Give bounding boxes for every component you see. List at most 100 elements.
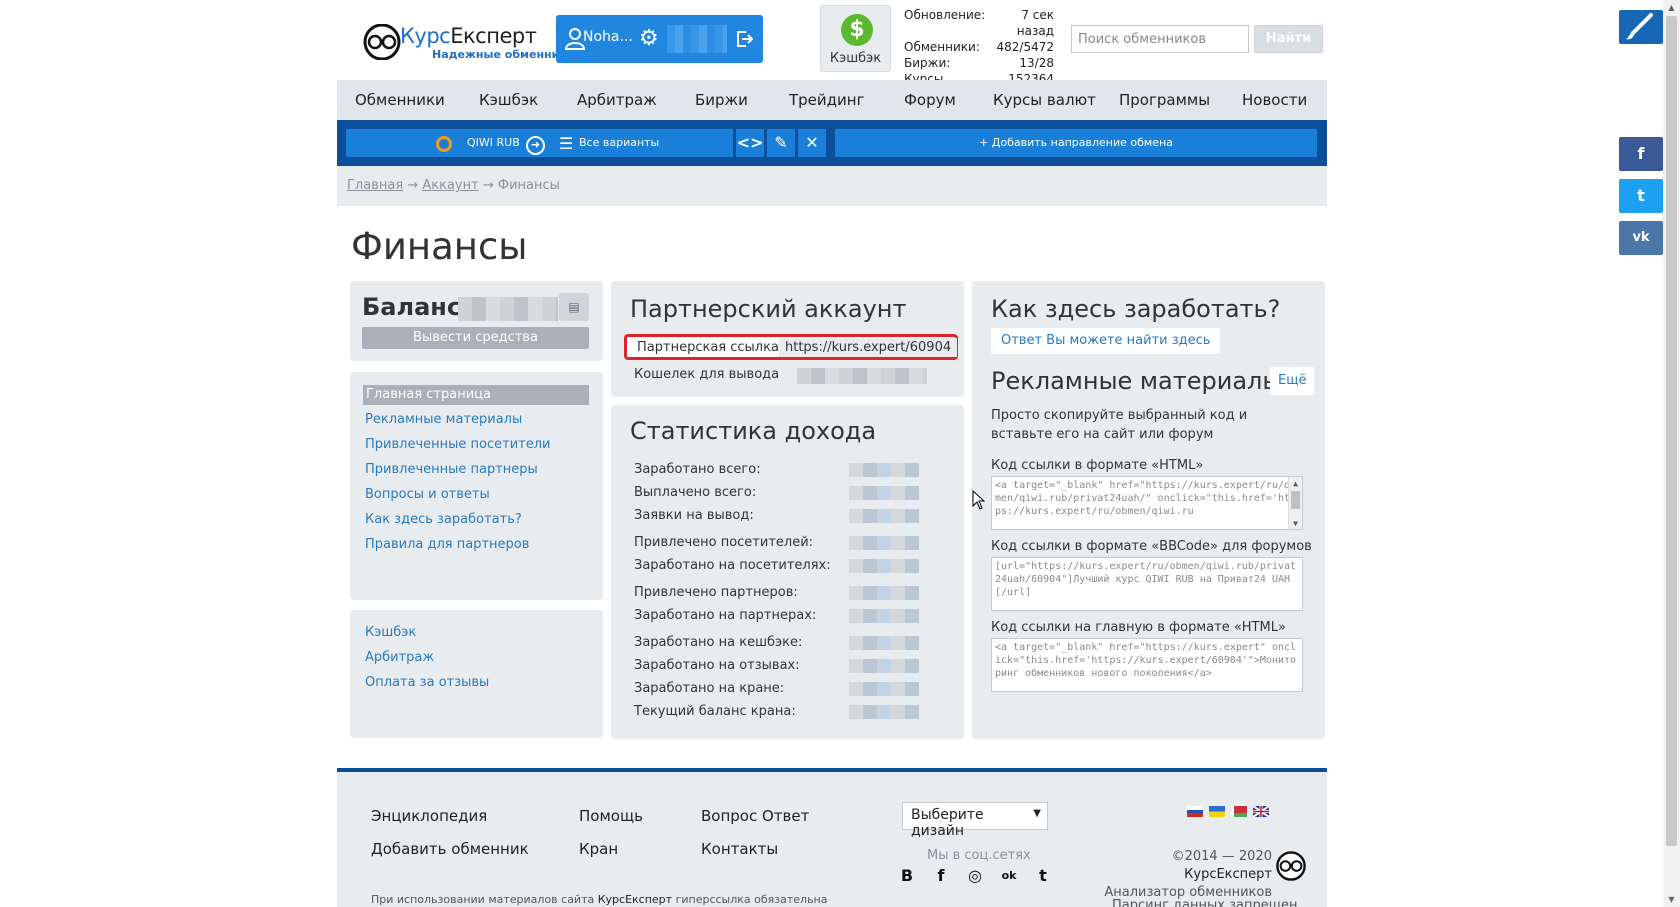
flag-ua-icon[interactable]	[1209, 806, 1225, 817]
breadcrumb-account[interactable]: Аккаунт	[422, 178, 478, 193]
menu-item-partners[interactable]: Привлеченные партнеры	[365, 462, 538, 477]
vk-share-icon[interactable]: vk	[1619, 221, 1663, 255]
stat-value-blurred	[849, 536, 919, 550]
stat-label: Привлечено партнеров:	[634, 585, 798, 600]
nav-item-trading[interactable]: Трейдинг	[789, 80, 864, 120]
gear-icon[interactable]: ⚙	[639, 27, 659, 51]
referral-link-value[interactable]: https://kurs.expert/60904	[779, 338, 958, 357]
all-variants-link[interactable]: Все варианты	[579, 136, 659, 149]
menu-item-rules[interactable]: Правила для партнеров	[365, 537, 529, 552]
logo-subtitle: Надежные обменники	[432, 48, 575, 61]
footer-link-encyclopedia[interactable]: Энциклопедия	[371, 807, 487, 825]
nav-item-arbitrage[interactable]: Арбитраж	[577, 80, 657, 120]
home-code-textarea[interactable]: <a target="_blank" href="https://kurs.ex…	[991, 638, 1303, 692]
html-code-text: <a target="_blank" href="https://kurs.ex…	[995, 480, 1297, 517]
stat-label: Заработано всего:	[634, 462, 761, 477]
site-logo[interactable]: КурсЕксперт Надежные обменники	[362, 20, 575, 64]
nav-item-cashback[interactable]: Кэшбэк	[479, 80, 538, 120]
menu-item-how-to-earn[interactable]: Как здесь заработать?	[365, 512, 522, 527]
menu-item-cashback[interactable]: Кэшбэк	[365, 625, 416, 640]
ad-materials-heading: Рекламные материалы	[991, 367, 1282, 395]
wallet-icon[interactable]: ▤	[559, 293, 589, 321]
odnoklassniki-icon[interactable]: ok	[999, 866, 1019, 886]
edit-icon[interactable]: ✎	[767, 129, 795, 157]
footer-note-suffix: гиперссылка обязательна	[675, 893, 828, 906]
flag-en-icon[interactable]	[1253, 806, 1269, 817]
footer-note: При использовании материалов сайта КурсЕ…	[371, 893, 827, 906]
breadcrumb-home[interactable]: Главная	[347, 178, 403, 193]
twitter-share-icon[interactable]: t	[1619, 179, 1663, 213]
stat-value-blurred	[849, 659, 919, 673]
extra-menu: Кэшбэк Арбитраж Оплата за отзывы	[350, 610, 603, 738]
footer-link-add-exchanger[interactable]: Добавить обменник	[371, 840, 529, 858]
stat-label: Привлечено посетителей:	[634, 535, 814, 550]
scroll-thumb[interactable]	[1291, 491, 1300, 509]
code-icon[interactable]: <>	[736, 129, 764, 157]
facebook-share-icon[interactable]: f	[1619, 137, 1663, 171]
theme-brush-button[interactable]	[1619, 10, 1663, 44]
arrow-right-icon[interactable]: ➜	[526, 136, 545, 155]
mouse-cursor-icon	[972, 490, 986, 510]
home-code-label: Код ссылки на главную в формате «HTML»	[991, 620, 1286, 635]
menu-item-arbitrage[interactable]: Арбитраж	[365, 650, 434, 665]
facebook-icon[interactable]: f	[931, 866, 951, 886]
menu-item-ad-materials[interactable]: Рекламные материалы	[365, 412, 522, 427]
scroll-up-icon[interactable]: ▲	[1663, 0, 1680, 15]
footer-link-faucet[interactable]: Кран	[579, 840, 618, 858]
menu-item-home[interactable]: Главная страница	[363, 385, 589, 405]
more-button[interactable]: Ещё	[1270, 367, 1315, 395]
page-scrollbar[interactable]: ▲ ▼	[1663, 0, 1680, 907]
footer-link-qa[interactable]: Вопрос Ответ	[701, 807, 809, 825]
cashback-button[interactable]: $ Кэшбэк	[820, 5, 891, 72]
add-direction-button[interactable]: + Добавить направление обмена	[835, 129, 1317, 157]
twitter-icon[interactable]: t	[1033, 866, 1053, 886]
nav-item-news[interactable]: Новости	[1242, 80, 1307, 120]
code-scrollbar[interactable]: ▲ ▼	[1288, 477, 1302, 529]
scroll-down-icon[interactable]: ▼	[1663, 892, 1680, 907]
stat-key: Обновление:	[904, 8, 986, 22]
nav-item-forum[interactable]: Форум	[904, 80, 956, 120]
earn-heading: Как здесь заработать?	[991, 295, 1281, 323]
nav-item-programs[interactable]: Программы	[1119, 80, 1210, 120]
withdraw-button[interactable]: Вывести средства	[362, 327, 589, 349]
currency-label[interactable]: QIWI RUB	[467, 136, 520, 149]
flag-ru-icon[interactable]	[1187, 806, 1203, 817]
flag-by-icon[interactable]	[1231, 806, 1247, 817]
instagram-icon[interactable]: ◎	[965, 866, 985, 886]
search-input[interactable]	[1071, 25, 1249, 53]
close-icon[interactable]: ✕	[798, 129, 826, 157]
stat-key: Биржи:	[904, 56, 951, 70]
cashback-label: Кэшбэк	[829, 51, 882, 66]
menu-item-faq[interactable]: Вопросы и ответы	[365, 487, 490, 502]
account-menu: Главная страница Рекламные материалы При…	[350, 372, 603, 600]
exchange-direction[interactable]: QIWI RUB ➜ ☰ Все варианты	[346, 129, 733, 157]
stat-value-blurred	[849, 559, 919, 573]
glasses-logo-icon	[363, 24, 401, 60]
footer-note-prefix: При использовании материалов сайта	[371, 893, 595, 906]
html-code-textarea[interactable]: <a target="_blank" href="https://kurs.ex…	[991, 476, 1303, 530]
answer-link-button[interactable]: Ответ Вы можете найти здесь	[991, 328, 1221, 354]
bbcode-textarea[interactable]: [url="https://kurs.expert/ru/obmen/qiwi.…	[991, 557, 1303, 611]
logo-title: КурсЕксперт	[400, 24, 537, 48]
user-name[interactable]: Noha...	[583, 29, 633, 45]
nav-item-exchanges[interactable]: Биржи	[695, 80, 748, 120]
logout-icon[interactable]	[734, 29, 754, 49]
stat-label: Заработано на партнерах:	[634, 608, 817, 623]
scroll-up-icon[interactable]: ▲	[1289, 477, 1302, 489]
balance-label: Баланс:	[362, 293, 471, 321]
brush-icon	[1626, 13, 1653, 40]
search-button[interactable]: Найти	[1254, 25, 1323, 53]
footer-link-contacts[interactable]: Контакты	[701, 840, 778, 858]
nav-item-rates[interactable]: Курсы валют	[993, 80, 1096, 120]
main-nav: Обменники Кэшбэк Арбитраж Биржи Трейдинг…	[337, 80, 1327, 120]
stat-value: 482/5472	[996, 40, 1055, 54]
page-scroll-thumb[interactable]	[1666, 16, 1677, 846]
design-select[interactable]: Выберите дизайн ▼	[902, 802, 1048, 839]
scroll-down-icon[interactable]: ▼	[1289, 517, 1302, 529]
menu-item-review-payment[interactable]: Оплата за отзывы	[365, 675, 489, 690]
footer-link-help[interactable]: Помощь	[579, 807, 643, 825]
nav-item-exchangers[interactable]: Обменники	[355, 80, 445, 120]
menu-item-visitors[interactable]: Привлеченные посетители	[365, 437, 550, 452]
vk-icon[interactable]: В	[897, 866, 917, 886]
wallet-value-blurred	[797, 368, 927, 384]
